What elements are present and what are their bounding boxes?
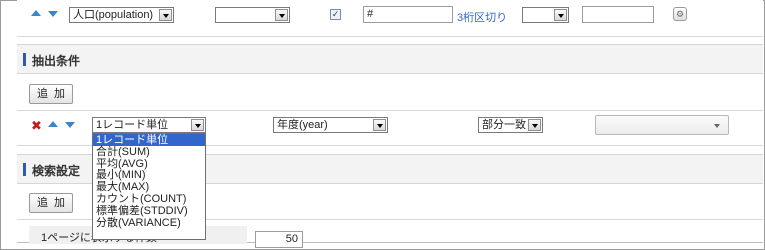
gear-icon[interactable]: ⚙ — [673, 7, 687, 21]
move-up-icon[interactable] — [48, 121, 58, 127]
chevron-down-icon — [528, 119, 541, 131]
move-down-icon[interactable] — [65, 122, 75, 128]
extract-conditions-header: 抽出条件 — [17, 44, 763, 74]
aggregate-option[interactable]: 平均(AVG) — [93, 158, 205, 170]
move-up-icon[interactable] — [31, 10, 41, 16]
search-settings-title: 検索設定 — [32, 164, 81, 178]
add-condition-button[interactable]: 追加 — [29, 84, 73, 104]
section-accent-bar — [23, 53, 26, 66]
population-column-select[interactable]: 人口(population) — [69, 7, 174, 23]
divider — [17, 110, 763, 111]
aggregate-select-text: 1レコード単位 — [96, 119, 169, 131]
add-setting-button[interactable]: 追加 — [29, 193, 73, 213]
empty-select-1[interactable] — [215, 7, 290, 23]
aggregate-option[interactable]: 最大(MAX) — [93, 181, 205, 193]
field-select-text: 年度(year) — [277, 119, 328, 131]
chevron-down-icon — [714, 124, 720, 128]
format-hint-link[interactable]: 3桁区切り — [457, 9, 507, 25]
aggregate-option[interactable]: カウント(COUNT) — [93, 193, 205, 205]
delete-icon[interactable]: ✖ — [31, 118, 42, 134]
aggregate-option[interactable]: 1レコード単位 — [93, 134, 205, 146]
chevron-down-icon — [159, 9, 172, 21]
match-type-select[interactable]: 部分一致 — [478, 117, 543, 133]
field-select[interactable]: 年度(year) — [273, 117, 388, 133]
extract-conditions-title: 抽出条件 — [32, 54, 81, 68]
move-down-icon[interactable] — [48, 11, 58, 17]
aggregate-option[interactable]: 合計(SUM) — [93, 146, 205, 158]
divider — [17, 36, 763, 37]
value-select[interactable] — [595, 115, 729, 135]
aggregate-select[interactable]: 1レコード単位 — [92, 117, 206, 133]
aggregate-option[interactable]: 標準偏差(STDDIV) — [93, 205, 205, 217]
aggregate-option[interactable]: 最小(MIN) — [93, 169, 205, 181]
rows-per-page-input[interactable]: 50 — [255, 231, 303, 248]
chevron-down-icon — [373, 119, 386, 131]
chevron-down-icon — [275, 9, 288, 21]
match-type-select-text: 部分一致 — [482, 119, 526, 131]
separator-checkbox[interactable]: ✓ — [330, 9, 341, 20]
aggregate-dropdown-list[interactable]: 1レコード単位 合計(SUM) 平均(AVG) 最小(MIN) 最大(MAX) カウント(… — [92, 133, 206, 240]
aggregate-option[interactable]: 分散(VARIANCE) — [93, 217, 205, 229]
format-input[interactable]: # — [363, 6, 453, 23]
chevron-down-icon — [191, 119, 204, 131]
empty-input[interactable] — [582, 6, 654, 23]
chevron-down-icon — [554, 9, 567, 21]
section-accent-bar — [23, 163, 26, 176]
empty-select-2[interactable] — [522, 7, 569, 23]
population-column-select-text: 人口(population) — [73, 9, 154, 21]
